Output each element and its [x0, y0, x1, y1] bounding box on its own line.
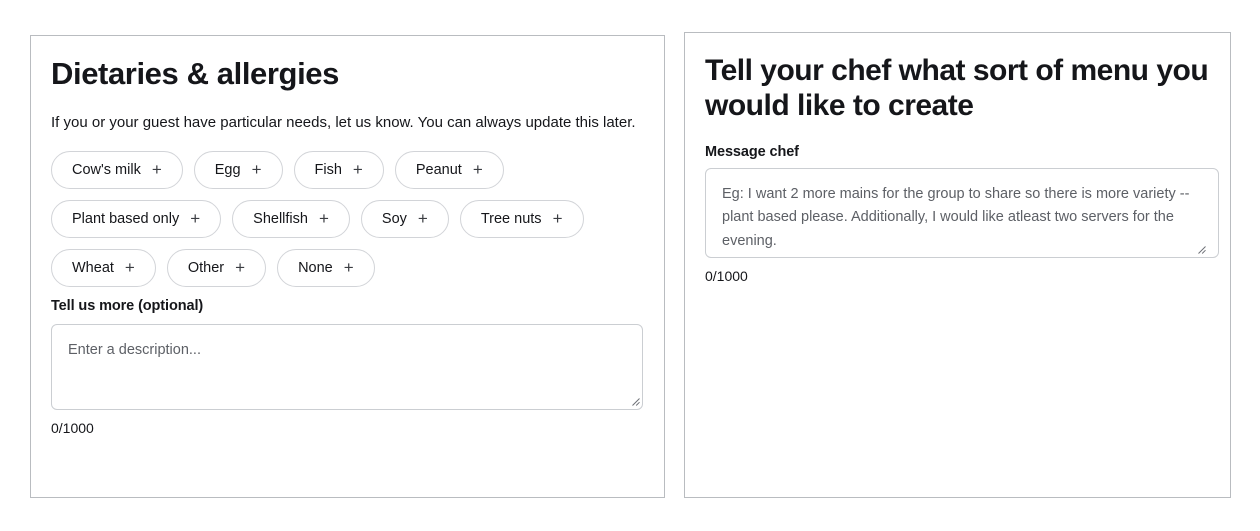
plus-icon: + — [318, 208, 329, 228]
plus-icon: + — [190, 208, 201, 228]
plus-icon: + — [124, 257, 135, 277]
dietary-chip-label: Shellfish — [253, 210, 308, 227]
plus-icon: + — [251, 159, 262, 179]
dietary-chip-shellfish[interactable]: Shellfish + — [232, 199, 350, 238]
dietaries-panel-content: Dietaries & allergies If you or your gue… — [31, 36, 664, 436]
dietary-chip-label: Other — [187, 259, 225, 276]
dietary-chip-label: None — [298, 259, 333, 276]
dietary-chip-label: Fish — [314, 161, 342, 178]
dietary-chip-group: Cow's milk + Egg + Fish + Peanut + Plant… — [51, 150, 644, 287]
dietary-chip-none[interactable]: None + — [277, 248, 375, 287]
plus-icon: + — [235, 257, 246, 277]
plus-icon: + — [417, 208, 428, 228]
dietary-chip-label: Tree nuts — [480, 210, 542, 227]
dietary-chip-label: Cow's milk — [72, 161, 141, 178]
chef-panel-title: Tell your chef what sort of menu you wou… — [705, 54, 1209, 123]
tell-us-more-character-counter: 0/1000 — [51, 419, 94, 436]
dietary-chip-fish[interactable]: Fish + — [293, 150, 384, 189]
message-chef-character-counter: 0/1000 — [705, 267, 748, 284]
screen: Dietaries & allergies If you or your gue… — [0, 0, 1260, 531]
dietary-chip-soy[interactable]: Soy + — [360, 199, 449, 238]
tell-us-more-textarea[interactable] — [51, 323, 643, 410]
dietary-chip-label: Plant based only — [72, 210, 180, 227]
dietary-chip-label: Peanut — [415, 161, 462, 178]
dietary-chip-plant-based-only[interactable]: Plant based only + — [51, 199, 222, 238]
message-chef-label: Message chef — [705, 143, 799, 160]
dietary-chip-label: Wheat — [72, 259, 114, 276]
dietary-chip-label: Egg — [214, 161, 241, 178]
dietary-chip-peanut[interactable]: Peanut + — [394, 150, 504, 189]
dietary-chip-row: Wheat + Other + None + — [51, 248, 644, 287]
message-chef-field-wrap — [705, 167, 1219, 258]
dietary-chip-wheat[interactable]: Wheat + — [51, 248, 156, 287]
plus-icon: + — [552, 208, 563, 228]
plus-icon: + — [343, 257, 354, 277]
dietaries-panel-title: Dietaries & allergies — [51, 56, 339, 91]
plus-icon: + — [151, 159, 162, 179]
dietary-chip-row: Plant based only + Shellfish + Soy + Tre… — [51, 199, 644, 238]
tell-us-more-field-wrap — [51, 323, 644, 410]
dietaries-panel-subtitle: If you or your guest have particular nee… — [51, 113, 636, 131]
tell-us-more-label: Tell us more (optional) — [51, 297, 204, 314]
dietaries-allergies-panel: Dietaries & allergies If you or your gue… — [30, 35, 665, 498]
plus-icon: + — [352, 159, 363, 179]
dietary-chip-tree-nuts[interactable]: Tree nuts + — [459, 199, 584, 238]
chef-message-panel: Tell your chef what sort of menu you wou… — [684, 32, 1231, 498]
message-chef-textarea[interactable] — [705, 167, 1219, 258]
dietary-chip-other[interactable]: Other + — [166, 248, 267, 287]
plus-icon: + — [472, 159, 483, 179]
dietary-chip-egg[interactable]: Egg + — [193, 150, 283, 189]
dietary-chip-cows-milk[interactable]: Cow's milk + — [51, 150, 183, 189]
dietary-chip-label: Soy — [381, 210, 407, 227]
chef-panel-content: Tell your chef what sort of menu you wou… — [685, 33, 1230, 284]
dietary-chip-row: Cow's milk + Egg + Fish + Peanut + — [51, 150, 644, 189]
